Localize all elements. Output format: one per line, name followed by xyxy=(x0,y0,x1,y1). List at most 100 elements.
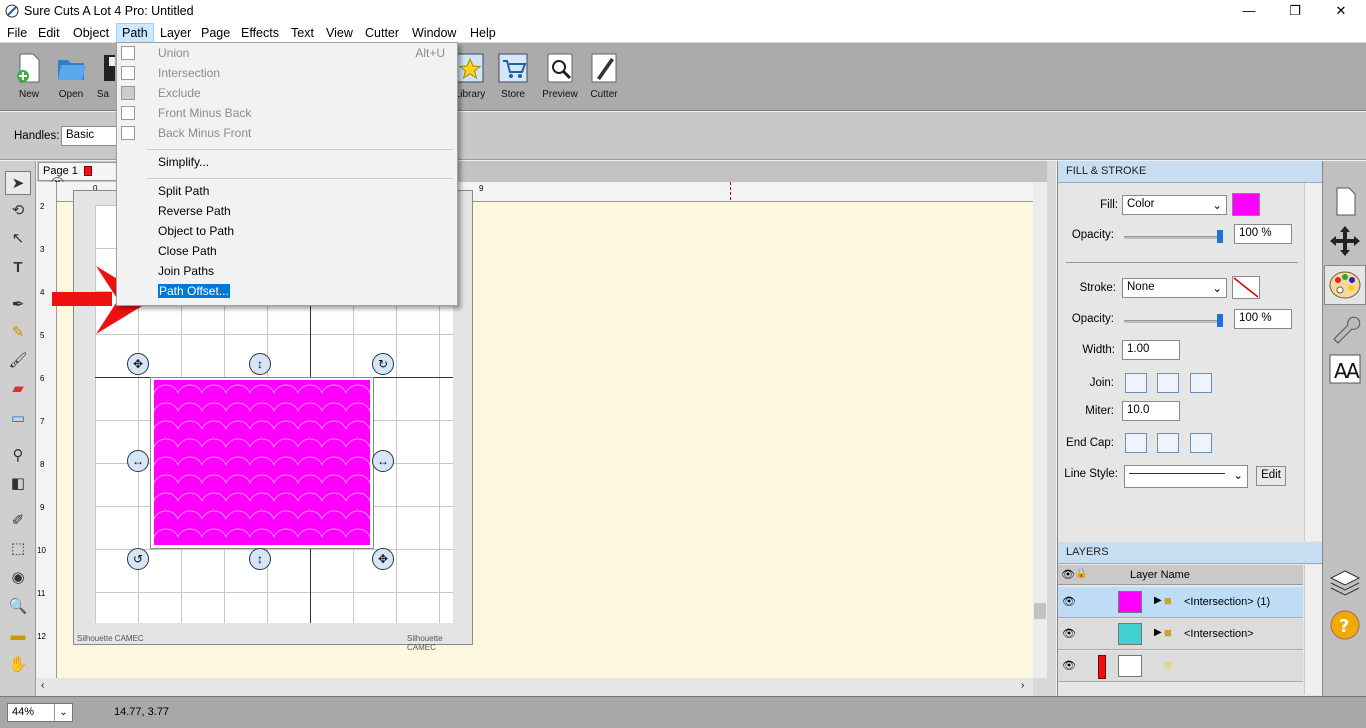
zoom-tool-icon[interactable]: 🔍 xyxy=(5,595,31,619)
menu-page[interactable]: Page xyxy=(196,23,235,43)
save-button[interactable]: Sa xyxy=(91,51,115,107)
fill-type-dropdown[interactable]: Color ⌄ xyxy=(1122,195,1227,215)
scroll-left-icon[interactable]: ‹ xyxy=(41,680,44,691)
menu-effects[interactable]: Effects xyxy=(236,23,284,43)
weld-tool-icon[interactable]: ◉ xyxy=(5,566,31,590)
eraser-tool-icon[interactable]: ▰ xyxy=(5,377,31,401)
measure-tool-icon[interactable]: ▬ xyxy=(5,624,31,648)
stroke-none-swatch[interactable] xyxy=(1232,276,1260,299)
resize-vertical-handle-icon[interactable]: ↕ xyxy=(249,353,271,375)
scroll-right-icon[interactable]: › xyxy=(1021,680,1024,691)
menu-cutter[interactable]: Cutter xyxy=(360,23,404,43)
move-arrows-icon[interactable] xyxy=(1326,223,1364,259)
cap-butt-icon[interactable] xyxy=(1125,433,1147,453)
node-edit-tool-icon[interactable]: ↖ xyxy=(5,227,31,251)
layers-scrollbar[interactable] xyxy=(1304,565,1322,695)
eyedropper-tool-icon[interactable]: ⚲ xyxy=(5,444,31,468)
menu-layer[interactable]: Layer xyxy=(155,23,196,43)
minimize-button[interactable]: — xyxy=(1226,0,1272,23)
menu-item-reverse-path[interactable]: Reverse Path xyxy=(117,201,457,221)
layer-row[interactable]: 👁 ▶ ■ <Intersection> (1) xyxy=(1058,587,1303,618)
hand-tool-icon[interactable]: ✋ xyxy=(5,653,31,677)
maximize-button[interactable]: ❐ xyxy=(1272,0,1318,23)
fill-opacity-input[interactable]: 100 % xyxy=(1234,224,1292,244)
cutter-button[interactable]: Cutter xyxy=(582,51,626,107)
expand-arrow-icon[interactable]: ▶ xyxy=(1154,595,1162,606)
stroke-opacity-thumb[interactable] xyxy=(1217,314,1223,327)
fill-stroke-scrollbar[interactable] xyxy=(1304,183,1322,541)
edit-line-style-button[interactable]: Edit xyxy=(1256,466,1286,486)
menu-view[interactable]: View xyxy=(321,23,358,43)
stroke-opacity-slider[interactable] xyxy=(1124,320,1220,323)
wrench-icon[interactable] xyxy=(1326,309,1364,345)
page-tab[interactable]: Page 1 ✕ xyxy=(38,162,118,190)
menu-item-join-paths[interactable]: Join Paths xyxy=(117,261,457,281)
menu-item-split-path[interactable]: Split Path xyxy=(117,181,457,201)
menu-help[interactable]: Help xyxy=(465,23,501,43)
visibility-eye-icon[interactable]: 👁 xyxy=(1062,659,1076,672)
fill-opacity-thumb[interactable] xyxy=(1217,230,1223,243)
cap-round-icon[interactable] xyxy=(1157,433,1179,453)
palette-icon[interactable] xyxy=(1326,267,1364,303)
menu-window[interactable]: Window xyxy=(407,23,461,43)
line-style-dropdown[interactable]: ⌄ xyxy=(1124,465,1248,488)
vertical-scrollbar[interactable] xyxy=(1033,182,1047,678)
menu-file[interactable]: File xyxy=(2,23,32,43)
store-button[interactable]: Store xyxy=(491,51,535,107)
scale-corner-handle-icon[interactable]: ✥ xyxy=(372,548,394,570)
pen-tool-icon[interactable]: ✒ xyxy=(5,293,31,317)
rectangle-tool-icon[interactable]: ▭ xyxy=(5,407,31,431)
rotate-handle-icon[interactable]: ↻ xyxy=(372,353,394,375)
gradient-tool-icon[interactable]: ◧ xyxy=(5,472,31,496)
menu-object[interactable]: Object xyxy=(68,23,114,43)
scale-pattern-shape[interactable] xyxy=(154,380,370,545)
layer-row[interactable]: 👁 ■ xyxy=(1058,651,1303,682)
vertical-scroll-thumb[interactable] xyxy=(1034,603,1046,619)
visibility-eye-icon[interactable]: 👁 xyxy=(1062,595,1076,608)
fill-opacity-slider[interactable] xyxy=(1124,236,1220,239)
preview-button[interactable]: Preview xyxy=(538,51,582,107)
stroke-type-dropdown[interactable]: None ⌄ xyxy=(1122,278,1227,298)
miter-input[interactable]: 10.0 xyxy=(1122,401,1180,421)
layers-stack-icon[interactable] xyxy=(1326,565,1364,601)
close-window-button[interactable]: ✕ xyxy=(1318,0,1364,23)
layer-row[interactable]: 👁 ▶ ■ <Intersection> xyxy=(1058,619,1303,650)
menu-item-path-offset[interactable]: Path Offset... xyxy=(117,281,457,301)
rotate-bottom-handle-icon[interactable]: ↺ xyxy=(127,548,149,570)
menu-text[interactable]: Text xyxy=(286,23,319,43)
select-tool-icon[interactable]: ➤ xyxy=(5,171,31,195)
document-panel-icon[interactable] xyxy=(1326,183,1364,219)
text-style-icon[interactable]: AA xyxy=(1326,351,1364,387)
brush-tool-icon[interactable]: 🖌 xyxy=(5,349,31,373)
horizontal-scrollbar[interactable]: ‹ › xyxy=(37,678,1033,696)
move-handle-icon[interactable]: ✥ xyxy=(127,353,149,375)
expand-arrow-icon[interactable]: ▶ xyxy=(1154,627,1162,638)
join-bevel-icon[interactable] xyxy=(1190,373,1212,393)
open-button[interactable]: Open xyxy=(49,51,93,107)
zoom-dropdown[interactable]: 44% ⌄ xyxy=(7,703,73,722)
menu-item-union[interactable]: Union Alt+U xyxy=(117,43,457,63)
new-button[interactable]: New xyxy=(7,51,51,107)
menu-item-front-minus-back[interactable]: Front Minus Back xyxy=(117,103,457,123)
join-miter-icon[interactable] xyxy=(1125,373,1147,393)
stroke-width-input[interactable]: 1.00 xyxy=(1122,340,1180,360)
fill-color-swatch[interactable] xyxy=(1232,193,1260,216)
menu-item-object-to-path[interactable]: Object to Path xyxy=(117,221,457,241)
help-icon[interactable]: ? xyxy=(1326,607,1364,643)
lasso-tool-icon[interactable]: ⟲ xyxy=(5,199,31,223)
menu-path[interactable]: Path xyxy=(116,23,154,43)
cap-square-icon[interactable] xyxy=(1190,433,1212,453)
transform-tool-icon[interactable]: ⬚ xyxy=(5,537,31,561)
join-round-icon[interactable] xyxy=(1157,373,1179,393)
resize-bottom-handle-icon[interactable]: ↕ xyxy=(249,548,271,570)
stroke-opacity-input[interactable]: 100 % xyxy=(1234,309,1292,329)
resize-horizontal-handle-icon[interactable]: ↔ xyxy=(127,450,149,472)
text-tool-icon[interactable]: T xyxy=(5,256,31,280)
menu-item-close-path[interactable]: Close Path xyxy=(117,241,457,261)
visibility-eye-icon[interactable]: 👁 xyxy=(1062,627,1076,640)
menu-edit[interactable]: Edit xyxy=(33,23,65,43)
resize-horizontal-right-handle-icon[interactable]: ↔ xyxy=(372,450,394,472)
menu-item-back-minus-front[interactable]: Back Minus Front xyxy=(117,123,457,143)
menu-item-intersection[interactable]: Intersection xyxy=(117,63,457,83)
menu-item-exclude[interactable]: Exclude xyxy=(117,83,457,103)
